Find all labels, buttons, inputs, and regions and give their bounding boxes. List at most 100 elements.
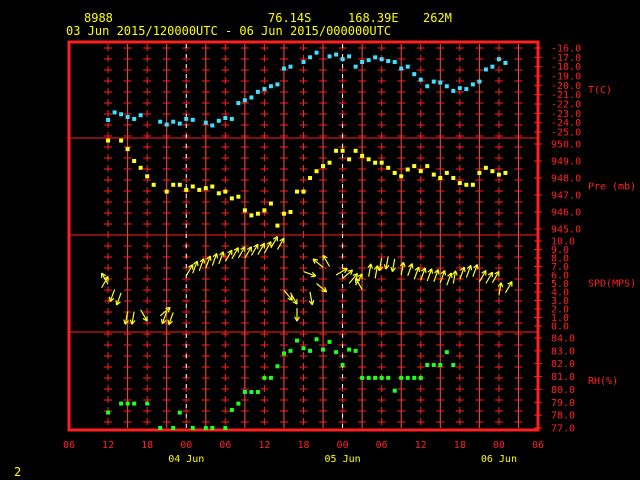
wind-head bbox=[129, 319, 133, 325]
temperature-point bbox=[431, 79, 436, 84]
grid-column bbox=[455, 44, 464, 428]
humidity-point bbox=[327, 339, 332, 344]
temperature-point bbox=[268, 84, 273, 89]
x-tick-label: 12 bbox=[258, 440, 270, 451]
pressure-point bbox=[490, 169, 495, 174]
x-tick-label: 18 bbox=[297, 440, 309, 451]
temperature-point bbox=[242, 98, 247, 103]
wind-arrow bbox=[383, 256, 390, 270]
y-axis-label: Pre (mb) bbox=[588, 182, 636, 193]
humidity-point bbox=[106, 410, 111, 415]
temperature-point bbox=[177, 121, 182, 126]
pressure-point bbox=[392, 170, 397, 175]
humidity-point bbox=[236, 401, 241, 406]
grid-column bbox=[260, 44, 269, 428]
pressure-point bbox=[327, 160, 332, 165]
pressure-point bbox=[268, 201, 273, 206]
temperature-point bbox=[275, 82, 280, 87]
temperature-point bbox=[132, 116, 137, 121]
wind-head bbox=[500, 282, 504, 288]
pressure-point bbox=[503, 170, 508, 175]
wind-arrow bbox=[198, 258, 206, 271]
wind-arrow bbox=[276, 237, 285, 250]
x-date-label: 04 Jun bbox=[168, 454, 204, 465]
temperature-point bbox=[314, 50, 319, 55]
x-tick-label: 00 bbox=[337, 440, 349, 451]
wind-head bbox=[437, 269, 440, 275]
wind-head bbox=[470, 265, 473, 271]
temperature-point bbox=[119, 112, 124, 117]
pressure-point bbox=[438, 176, 443, 180]
pressure-point bbox=[216, 191, 221, 196]
temperature-point bbox=[288, 64, 293, 69]
humidity-point bbox=[360, 375, 365, 380]
pressure-point bbox=[210, 184, 215, 189]
wind-head bbox=[455, 270, 458, 276]
wind-arrow bbox=[294, 308, 300, 322]
y-tick-label: 945.0 bbox=[551, 225, 581, 236]
y-tick-label: -25.0 bbox=[551, 128, 581, 139]
wind-arrow bbox=[407, 263, 414, 277]
pressure-point bbox=[360, 153, 365, 158]
wind-head bbox=[209, 255, 212, 262]
wind-arrow bbox=[231, 247, 239, 260]
y-axis-label: RH(%) bbox=[588, 376, 618, 387]
temperature-point bbox=[308, 55, 313, 60]
temperature-point bbox=[451, 88, 456, 93]
pressure-point bbox=[281, 211, 286, 216]
humidity-point bbox=[373, 375, 378, 380]
temperature-point bbox=[399, 66, 404, 71]
humidity-point bbox=[425, 363, 430, 367]
pressure-point bbox=[164, 189, 169, 194]
y-tick-label: 947.0 bbox=[551, 191, 581, 202]
x-tick-label: 18 bbox=[141, 440, 153, 451]
pressure-point bbox=[203, 186, 208, 191]
wind-head bbox=[196, 260, 199, 267]
x-tick-label: 00 bbox=[180, 440, 192, 451]
temperature-point bbox=[470, 82, 475, 87]
humidity-point bbox=[268, 375, 273, 380]
pressure-point bbox=[418, 169, 423, 174]
temperature-point bbox=[366, 58, 371, 63]
wind-head bbox=[402, 262, 406, 268]
pressure-point bbox=[125, 147, 130, 152]
temperature-point bbox=[347, 54, 352, 59]
pressure-point bbox=[314, 169, 319, 174]
pressure-point bbox=[229, 196, 234, 201]
grid-column bbox=[358, 44, 367, 428]
y-tick-label: 948.0 bbox=[551, 174, 581, 185]
temperature-point bbox=[379, 57, 384, 62]
wind-arrow bbox=[342, 269, 354, 279]
x-tick-label: 06 bbox=[63, 440, 75, 451]
x-tick-label: 06 bbox=[219, 440, 231, 451]
y-tick-label: 77.0 bbox=[551, 424, 575, 435]
humidity-point bbox=[275, 364, 280, 369]
wind-arrow bbox=[244, 246, 252, 259]
humidity-point bbox=[249, 390, 254, 394]
pressure-point bbox=[288, 210, 293, 214]
y-axis-label: SPD(MPS) bbox=[588, 279, 636, 290]
pressure-point bbox=[431, 172, 436, 177]
wind-arrow bbox=[312, 258, 324, 268]
y-tick-label: 80.0 bbox=[551, 385, 575, 396]
temperature-point bbox=[106, 117, 111, 122]
wind-head bbox=[203, 258, 206, 264]
wind-arrow bbox=[192, 260, 199, 274]
pressure-point bbox=[138, 165, 143, 170]
wind-arrow bbox=[485, 271, 493, 284]
temperature-point bbox=[418, 77, 423, 82]
grid-column bbox=[201, 44, 210, 428]
wind-arrow bbox=[205, 255, 212, 269]
pressure-point bbox=[236, 194, 241, 199]
temperature-point bbox=[444, 84, 449, 89]
humidity-point bbox=[405, 375, 410, 380]
humidity-point bbox=[347, 347, 352, 352]
y-tick-label: 949.0 bbox=[551, 157, 581, 168]
pressure-point bbox=[301, 189, 306, 194]
pressure-point bbox=[444, 170, 449, 175]
temperature-point bbox=[373, 55, 378, 60]
humidity-point bbox=[203, 426, 208, 430]
humidity-point bbox=[242, 390, 247, 394]
y-tick-label: 82.0 bbox=[551, 359, 575, 370]
wind-arrow bbox=[491, 270, 500, 283]
